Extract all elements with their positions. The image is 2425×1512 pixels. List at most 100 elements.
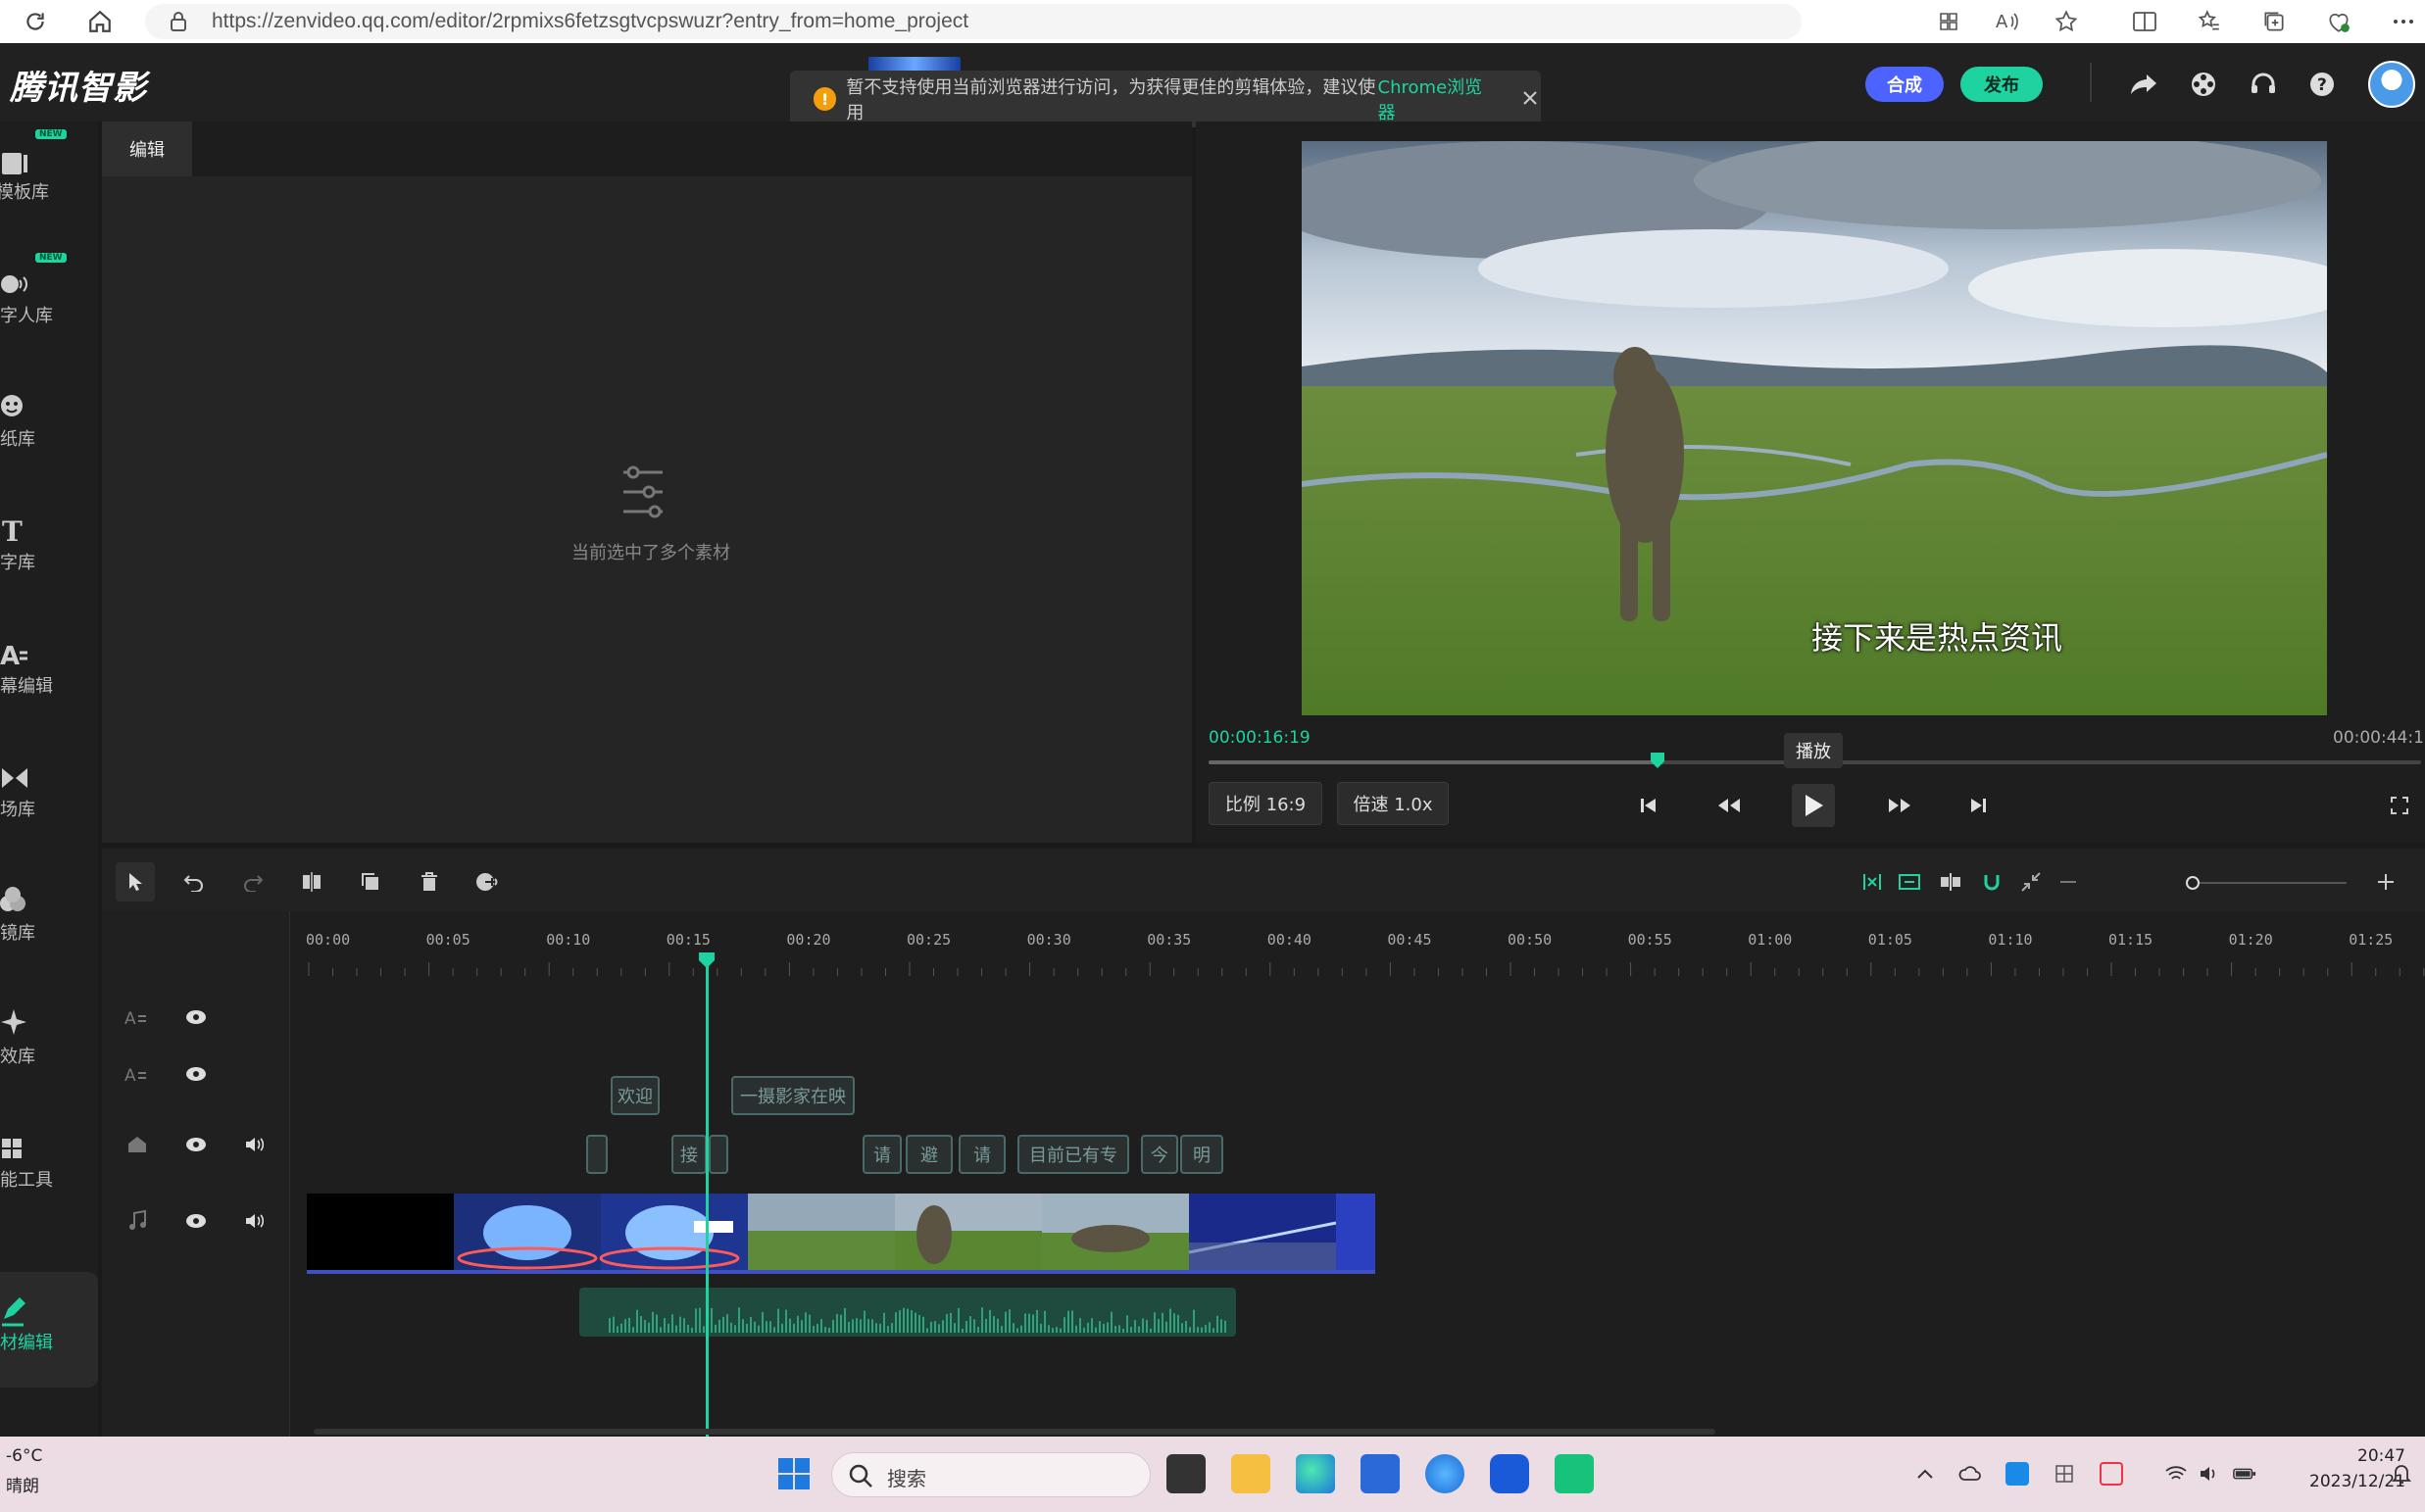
onedrive-cloud-icon[interactable] [1958, 1462, 1982, 1486]
favorites-icon[interactable] [2194, 6, 2225, 37]
eye-icon[interactable] [182, 1131, 210, 1158]
sidebar-item-fancy-text[interactable]: T 花字库 [0, 492, 98, 615]
eye-icon[interactable] [182, 1060, 210, 1088]
red-app-icon[interactable] [2100, 1462, 2123, 1486]
app-tray-icon[interactable] [2005, 1462, 2029, 1486]
sidebar-item-transitions[interactable]: 转场库 [0, 739, 98, 862]
split-track-icon[interactable] [1931, 862, 1970, 902]
redo-icon[interactable] [233, 862, 272, 902]
sidebar-item-material-edit[interactable]: 素材编辑 [0, 1272, 98, 1388]
fullscreen-icon[interactable] [2378, 784, 2421, 827]
help-icon[interactable]: ? [2305, 68, 2339, 101]
windows-start-icon[interactable] [774, 1454, 814, 1493]
text-clip[interactable]: 今 [1141, 1135, 1178, 1174]
sidebar-item-effects[interactable]: 特效库 [0, 986, 98, 1109]
playhead-handle[interactable] [699, 952, 715, 968]
audio-track[interactable] [579, 1288, 1236, 1337]
wifi-icon[interactable] [2164, 1462, 2188, 1486]
home-icon[interactable] [84, 6, 116, 37]
url-text[interactable]: https://zenvideo.qq.com/editor/2rpmixs6f… [212, 10, 968, 33]
undo-icon[interactable] [174, 862, 214, 902]
video-track[interactable] [307, 1194, 1375, 1274]
sidebar-item-digital-human[interactable]: NEW 数字人库 [0, 245, 98, 368]
sidebar-item-subtitle-edit[interactable]: A 字幕编辑 [0, 615, 98, 739]
wechat-icon[interactable] [1555, 1454, 1594, 1493]
sidebar-item-stickers[interactable]: 贴纸库 [0, 368, 98, 492]
playhead-line[interactable] [706, 954, 709, 1437]
magnet-snap-icon[interactable] [1972, 862, 2011, 902]
skip-to-end-icon[interactable] [1956, 784, 2000, 827]
file-explorer-icon[interactable] [1231, 1454, 1270, 1493]
aspect-ratio-button[interactable]: 比例 16:9 [1209, 782, 1322, 825]
support-headset-icon[interactable] [2247, 68, 2280, 101]
text-clip[interactable]: 请 [959, 1135, 1006, 1174]
film-reel-icon[interactable] [2187, 68, 2220, 101]
clock-date[interactable]: 2023/12/21 [2278, 1472, 2405, 1491]
favorite-star-icon[interactable] [2051, 6, 2082, 37]
split-icon[interactable] [292, 862, 331, 902]
text-clip[interactable]: 接 [671, 1135, 707, 1174]
text-clip[interactable]: 避 [906, 1135, 953, 1174]
text-clip[interactable] [709, 1135, 728, 1174]
timeline-scrollbar[interactable] [314, 1429, 1715, 1435]
copy-icon[interactable] [351, 862, 390, 902]
browser-essentials-icon[interactable] [2323, 6, 2354, 37]
read-aloud-icon[interactable]: A [1992, 6, 2023, 37]
timeline-ruler[interactable]: 00:00 00:05 00:10 00:15 00:20 00:25 00:30 00:35… [306, 927, 2425, 986]
play-button[interactable] [1792, 784, 1835, 827]
taskbar-search[interactable]: 搜索 [831, 1452, 1151, 1497]
zoom-slider[interactable] [2190, 882, 2347, 884]
video-preview[interactable]: 接下来是热点资讯 [1302, 141, 2327, 715]
audio-detach-icon[interactable] [469, 862, 508, 902]
task-view-icon[interactable] [1166, 1454, 1206, 1493]
skip-to-start-icon[interactable] [1627, 784, 1670, 827]
text-clip[interactable]: 明 [1180, 1135, 1223, 1174]
more-options-icon[interactable] [2388, 6, 2419, 37]
user-avatar[interactable] [2368, 61, 2415, 108]
chrome-link[interactable]: Chrome浏览器 [1378, 73, 1497, 124]
select-cursor-icon[interactable] [116, 862, 155, 902]
edge-browser-icon[interactable] [1296, 1454, 1335, 1493]
ime-icon[interactable] [2053, 1462, 2076, 1486]
delete-icon[interactable] [410, 862, 449, 902]
close-icon[interactable] [1520, 88, 1541, 110]
frame-fit-icon[interactable] [1890, 862, 1929, 902]
tab-edit[interactable]: 编辑 [102, 122, 192, 176]
weather-temperature[interactable]: -6°C [6, 1446, 42, 1466]
text-clip[interactable]: 目前已有专 [1017, 1135, 1129, 1174]
eye-icon[interactable] [182, 1207, 210, 1235]
reload-icon[interactable] [20, 6, 51, 37]
weather-condition[interactable]: 晴朗 [6, 1472, 39, 1496]
playback-speed-button[interactable]: 倍速 1.0x [1337, 782, 1449, 825]
fit-timeline-icon[interactable] [1853, 862, 1892, 902]
battery-icon[interactable] [2233, 1462, 2256, 1486]
store-icon[interactable] [1361, 1454, 1400, 1493]
collections-icon[interactable] [2258, 6, 2290, 37]
zoom-out-icon[interactable] [2049, 862, 2088, 902]
notification-bell-icon[interactable] [2390, 1462, 2413, 1486]
address-bar[interactable]: https://zenvideo.qq.com/editor/2rpmixs6f… [145, 4, 1802, 39]
rewind-icon[interactable] [1707, 784, 1751, 827]
collapse-icon[interactable] [2011, 862, 2051, 902]
security-shield-icon[interactable] [1490, 1454, 1529, 1493]
publish-button[interactable]: 发布 [1960, 67, 2043, 102]
eye-icon[interactable] [182, 1003, 210, 1031]
text-clip[interactable]: 欢迎 [611, 1076, 660, 1115]
text-clip[interactable] [586, 1135, 608, 1174]
volume-icon[interactable] [241, 1207, 269, 1235]
tray-chevron-up-icon[interactable] [1913, 1462, 1937, 1486]
split-screen-icon[interactable] [2129, 6, 2160, 37]
speaker-icon[interactable] [2198, 1462, 2221, 1486]
text-clip[interactable]: 一摄影家在映 [731, 1076, 855, 1115]
ie-browser-icon[interactable] [1425, 1454, 1464, 1493]
zoom-in-icon[interactable] [2366, 862, 2405, 902]
apps-icon[interactable] [1933, 6, 1964, 37]
text-clip[interactable]: 请 [863, 1135, 902, 1174]
progress-handle[interactable] [1650, 753, 1664, 768]
app-logo[interactable]: 腾讯智影 [10, 61, 147, 109]
sidebar-item-templates[interactable]: NEW 模板库 [0, 122, 98, 245]
fast-forward-icon[interactable] [1878, 784, 1921, 827]
zoom-slider-handle[interactable] [2186, 876, 2200, 890]
sidebar-item-smart-tools[interactable]: 智能工具 [0, 1109, 98, 1233]
volume-icon[interactable] [241, 1131, 269, 1158]
